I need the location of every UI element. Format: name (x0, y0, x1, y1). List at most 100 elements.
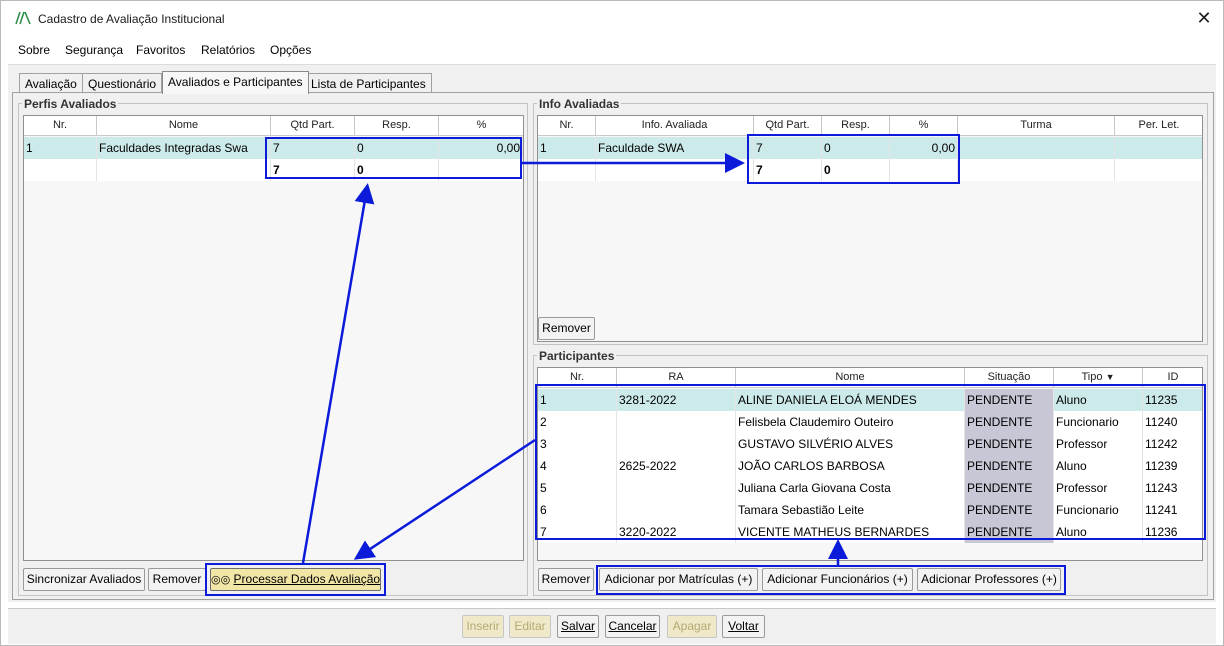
cell-turma (958, 137, 1115, 159)
column-header[interactable]: Nr. (24, 116, 97, 136)
perfis-avaliados-title: Perfis Avaliados (22, 97, 119, 111)
cell-nr: 4 (538, 455, 617, 477)
cell-ra: 2625-2022 (617, 455, 736, 477)
cell-sit: PENDENTE (965, 389, 1054, 411)
table-row[interactable]: 3 GUSTAVO SILVÉRIO ALVES PENDENTE Professor… (538, 433, 1202, 455)
column-header[interactable]: ID (1143, 368, 1202, 388)
cancelar-button[interactable]: Cancelar (605, 615, 660, 638)
process-icon: ◎◎ (211, 574, 231, 586)
sincronizar-avaliados-button[interactable]: Sincronizar Avaliados (23, 568, 145, 591)
cell-nr: 5 (538, 477, 617, 499)
total-qtd: 7 (271, 159, 355, 181)
cell-ra (617, 499, 736, 521)
cell-per-let (1115, 137, 1202, 159)
cell-sit: PENDENTE (965, 411, 1054, 433)
cell-tipo: Professor (1054, 433, 1143, 455)
cell-ra (617, 433, 736, 455)
cell-tipo: Aluno (1054, 455, 1143, 477)
table-row[interactable]: 1 3281-2022 ALINE DANIELA ELOÁ MENDES PENDE… (538, 389, 1202, 411)
voltar-label: Voltar (728, 619, 759, 633)
cell-sit: PENDENTE (965, 499, 1054, 521)
info-grid[interactable]: Nr. Info. Avaliada Qtd Part. Resp. % Tur… (537, 115, 1203, 342)
cell-resp: 0 (355, 137, 439, 159)
table-row[interactable]: 4 2625-2022 JOÃO CARLOS BARBOSA PENDENTE Alu… (538, 455, 1202, 477)
cell-nome: Tamara Sebastião Leite (736, 499, 965, 521)
processar-label: Processar Dados Avaliação (233, 572, 381, 586)
cell-empty (596, 159, 754, 181)
menu-opcoes[interactable]: Opções (270, 43, 311, 57)
menu-relatorios[interactable]: Relatórios (201, 43, 255, 57)
cell-empty (439, 159, 523, 181)
menu-sobre[interactable]: Sobre (18, 43, 50, 57)
cell-nr: 6 (538, 499, 617, 521)
inserir-button[interactable]: Inserir (462, 615, 504, 638)
editar-button[interactable]: Editar (509, 615, 551, 638)
title-bar: Cadastro de Avaliação Institucional ✕ (1, 1, 1223, 35)
tab-lista-participantes[interactable]: Lista de Participantes (305, 73, 432, 93)
column-header[interactable]: Info. Avaliada (596, 116, 754, 136)
perfis-grid[interactable]: Nr. Nome Qtd Part. Resp. % 1 Faculdades … (23, 115, 524, 561)
column-header[interactable]: Resp. (355, 116, 439, 136)
column-header[interactable]: Nome (97, 116, 271, 136)
table-row[interactable]: 6 Tamara Sebastião Leite PENDENTE Funcionar… (538, 499, 1202, 521)
column-header[interactable]: Resp. (822, 116, 890, 136)
column-header[interactable]: Per. Let. (1115, 116, 1202, 136)
table-row[interactable]: 2 Felisbela Claudemiro Outeiro PENDENTE Fun… (538, 411, 1202, 433)
cell-qtd: 7 (754, 137, 822, 159)
menu-seguranca[interactable]: Segurança (65, 43, 123, 57)
table-row[interactable]: 1 Faculdades Integradas Swa 7 0 0,00 (24, 137, 523, 159)
cell-tipo: Funcionario (1054, 411, 1143, 433)
column-header-tipo[interactable]: Tipo ▼ (1054, 368, 1143, 388)
adicionar-professores-button[interactable]: Adicionar Professores (+) (917, 568, 1061, 591)
tab-questionario[interactable]: Questionário (82, 73, 163, 93)
column-header[interactable]: Nome (736, 368, 965, 388)
column-header[interactable]: Situação (965, 368, 1054, 388)
menu-favoritos[interactable]: Favoritos (136, 43, 185, 57)
cell-nome: ALINE DANIELA ELOÁ MENDES (736, 389, 965, 411)
cell-nome: Felisbela Claudemiro Outeiro (736, 411, 965, 433)
tab-avaliados-participantes[interactable]: Avaliados e Participantes (162, 71, 309, 94)
table-row[interactable]: 5 Juliana Carla Giovana Costa PENDENTE Prof… (538, 477, 1202, 499)
cell-tipo: Funcionario (1054, 499, 1143, 521)
cell-sit: PENDENTE (965, 521, 1054, 543)
cell-id: 11242 (1143, 433, 1202, 455)
table-row[interactable]: 1 Faculdade SWA 7 0 0,00 (538, 137, 1202, 159)
column-header[interactable]: Qtd Part. (271, 116, 355, 136)
cell-empty (538, 159, 596, 181)
salvar-button[interactable]: Salvar (557, 615, 599, 638)
remover-participantes-button[interactable]: Remover (538, 568, 594, 591)
cell-sit: PENDENTE (965, 433, 1054, 455)
cell-id: 11241 (1143, 499, 1202, 521)
remover-info-button[interactable]: Remover (538, 317, 595, 340)
column-header[interactable]: % (439, 116, 523, 136)
cell-empty (97, 159, 271, 181)
cell-tipo: Aluno (1054, 389, 1143, 411)
column-header[interactable]: Nr. (538, 116, 596, 136)
cell-nome: Juliana Carla Giovana Costa (736, 477, 965, 499)
column-header[interactable]: Qtd Part. (754, 116, 822, 136)
processar-dados-button[interactable]: ◎◎ Processar Dados Avaliação (210, 568, 381, 591)
cell-ra: 3281-2022 (617, 389, 736, 411)
column-header[interactable]: Nr. (538, 368, 617, 388)
adicionar-matriculas-button[interactable]: Adicionar por Matrículas (+) (599, 568, 758, 591)
table-row[interactable]: 7 3220-2022 VICENTE MATHEUS BERNARDES PENDE… (538, 521, 1202, 543)
info-avaliadas-title: Info Avaliadas (537, 97, 622, 111)
cell-id: 11235 (1143, 389, 1202, 411)
voltar-button[interactable]: Voltar (722, 615, 765, 638)
column-header[interactable]: RA (617, 368, 736, 388)
cell-resp: 0 (822, 137, 890, 159)
adicionar-funcionarios-button[interactable]: Adicionar Funcionários (+) (762, 568, 913, 591)
remover-perfis-button[interactable]: Remover (148, 568, 206, 591)
participantes-grid[interactable]: Nr. RA Nome Situação Tipo ▼ ID 1 3281-202… (537, 367, 1203, 561)
cell-empty (890, 159, 958, 181)
close-icon[interactable]: ✕ (1193, 7, 1215, 29)
cell-id: 11239 (1143, 455, 1202, 477)
cell-ra (617, 411, 736, 433)
column-header[interactable]: Turma (958, 116, 1115, 136)
tipo-label: Tipo (1081, 371, 1103, 383)
apagar-button[interactable]: Apagar (667, 615, 717, 638)
window-title: Cadastro de Avaliação Institucional (38, 12, 225, 26)
cell-empty (1115, 159, 1202, 181)
tab-avaliacao[interactable]: Avaliação (19, 73, 83, 93)
column-header[interactable]: % (890, 116, 958, 136)
